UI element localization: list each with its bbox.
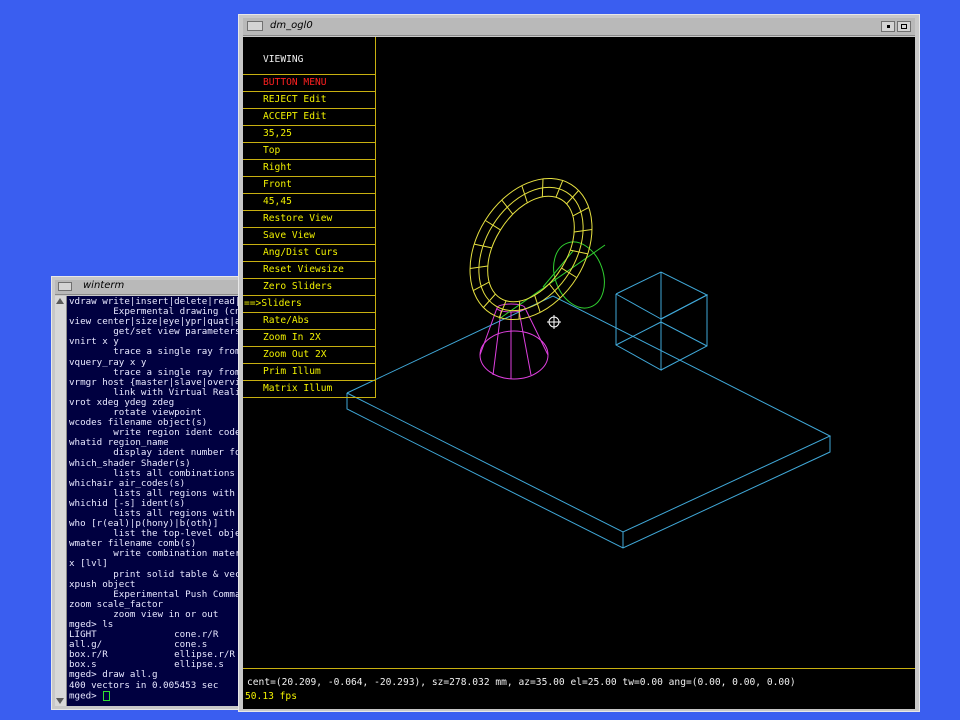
- menu-item[interactable]: Prim Illum: [243, 364, 376, 381]
- torus-segment: [548, 283, 561, 299]
- window-title: winterm: [83, 280, 125, 291]
- box-hidden-edge: [615, 321, 662, 346]
- terminal-screen[interactable]: vdraw write|insert|delete|read| Expermen…: [67, 296, 240, 706]
- torus-segment: [541, 178, 544, 197]
- torus-segment: [518, 301, 521, 320]
- dm-ogl0-titlebar[interactable]: dm_ogl0: [243, 18, 915, 36]
- terminal-prompt-line[interactable]: mged>: [69, 691, 240, 701]
- menu-item[interactable]: Ang/Dist Curs: [243, 245, 376, 262]
- winterm-titlebar[interactable]: winterm: [55, 280, 240, 295]
- menu-item[interactable]: Reset Viewsize: [243, 262, 376, 279]
- plate-top-edge: [346, 295, 832, 533]
- menu-item[interactable]: Save View: [243, 228, 376, 245]
- menu-item[interactable]: Top: [243, 143, 376, 160]
- menu-item[interactable]: ==>Sliders: [243, 296, 376, 313]
- menu-item[interactable]: Zoom Out 2X: [243, 347, 376, 364]
- menu-header: VIEWING: [243, 37, 376, 75]
- cone-edge: [492, 310, 502, 376]
- torus-segment: [484, 219, 501, 231]
- minimize-icon: [887, 25, 890, 28]
- view-status: cent=(20.209, -0.064, -20.293), sz=278.0…: [247, 677, 796, 688]
- menu-item[interactable]: Zero Sliders: [243, 279, 376, 296]
- winterm-window[interactable]: winterm vdraw write|insert|delete|read| …: [51, 276, 244, 710]
- menu-item[interactable]: Front: [243, 177, 376, 194]
- box-front-face: [615, 293, 662, 371]
- terminal-output: vdraw write|insert|delete|read| Expermen…: [69, 296, 240, 701]
- torus-ring: [487, 195, 575, 303]
- box-hidden-edge: [660, 321, 708, 347]
- dm-ogl0-window[interactable]: dm_ogl0 VIEWING BUTTON MENU REJECT Edit AC…: [238, 14, 920, 712]
- box-right-face: [660, 294, 708, 371]
- menu-item[interactable]: Rate/Abs: [243, 313, 376, 330]
- scrollbar[interactable]: [55, 296, 67, 706]
- menu-item[interactable]: Matrix Illum: [243, 381, 376, 398]
- fps-readout: 50.13 fps: [245, 691, 297, 702]
- window-title: dm_ogl0: [270, 20, 313, 31]
- torus-segment: [555, 180, 564, 198]
- plate-side-edge: [346, 393, 831, 549]
- torus-segment: [472, 281, 490, 291]
- menu-item[interactable]: REJECT Edit: [243, 92, 376, 109]
- status-divider: [243, 668, 915, 669]
- cursor-icon: [103, 690, 111, 701]
- maximize-button[interactable]: [897, 21, 911, 32]
- terminal-prompt: mged>: [69, 690, 103, 702]
- menu-item[interactable]: 35,25: [243, 126, 376, 143]
- minimize-button[interactable]: [881, 21, 895, 32]
- menu-items: BUTTON MENU REJECT Edit ACCEPT Edit 35,25 To…: [243, 75, 376, 398]
- maximize-icon: [901, 24, 907, 29]
- scroll-down-icon[interactable]: [56, 698, 64, 704]
- menu-item[interactable]: Right: [243, 160, 376, 177]
- terminal-line: 400 vectors in 0.005453 sec: [69, 679, 219, 691]
- graphics-canvas[interactable]: VIEWING BUTTON MENU REJECT Edit ACCEPT Edi…: [243, 37, 915, 709]
- torus-ring: [469, 177, 593, 321]
- viewing-menu: VIEWING BUTTON MENU REJECT Edit ACCEPT Edi…: [243, 37, 376, 398]
- cone-edge: [524, 307, 549, 356]
- ellipsoid-edge: [542, 250, 574, 288]
- menu-item[interactable]: 45,45: [243, 194, 376, 211]
- cone-base: [479, 330, 549, 380]
- torus-segment: [521, 185, 528, 203]
- menu-item[interactable]: Zoom In 2X: [243, 330, 376, 347]
- menu-title: VIEWING: [263, 54, 304, 65]
- menu-item[interactable]: BUTTON MENU: [243, 75, 376, 92]
- cone-edge: [518, 310, 532, 376]
- window-menu-button[interactable]: [58, 282, 72, 291]
- torus-segment: [501, 199, 514, 215]
- scroll-up-icon[interactable]: [56, 298, 64, 304]
- torus-ring: [478, 186, 584, 312]
- terminal-line: display ident number fo: [69, 447, 240, 459]
- menu-item[interactable]: ACCEPT Edit: [243, 109, 376, 126]
- torus-segment: [572, 207, 590, 217]
- menu-item[interactable]: Restore View: [243, 211, 376, 228]
- window-menu-button[interactable]: [247, 21, 263, 31]
